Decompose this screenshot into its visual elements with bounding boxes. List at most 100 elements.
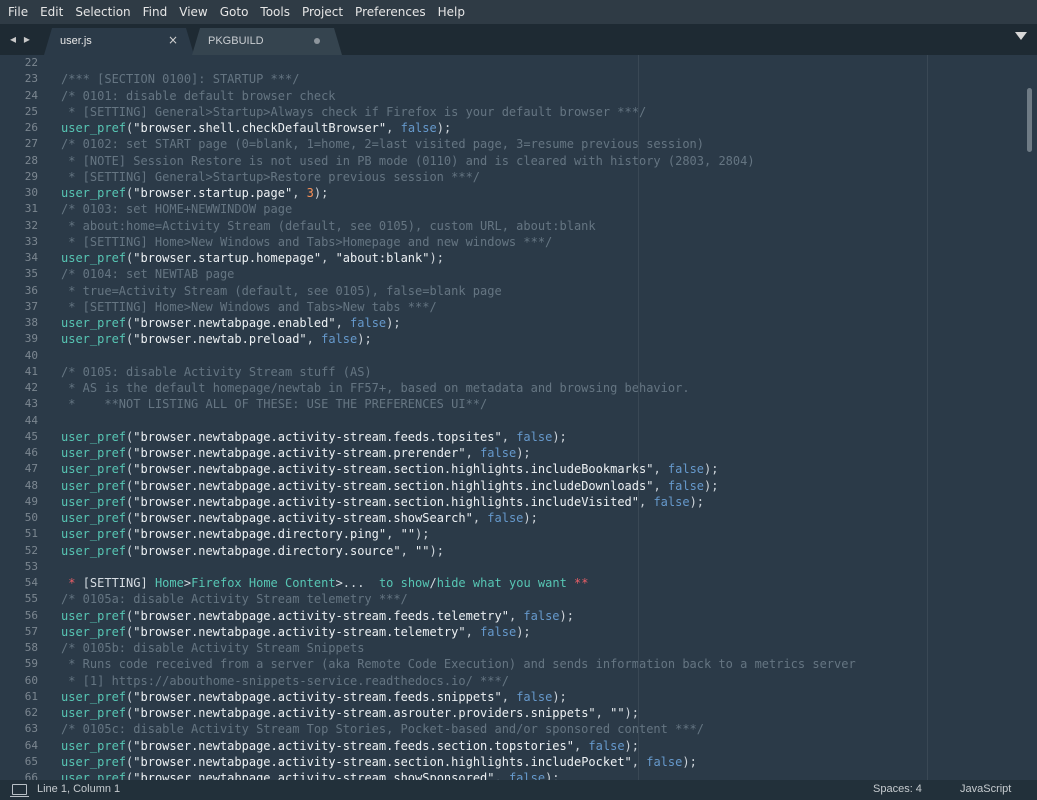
code-line[interactable]: * [SETTING] Home>New Windows and Tabs>Ho…	[61, 234, 856, 250]
code-line[interactable]: user_pref("browser.newtabpage.activity-s…	[61, 738, 856, 754]
code-token: ,	[400, 543, 416, 558]
code-area[interactable]: /*** [SECTION 0100]: STARTUP ***//* 0101…	[61, 55, 856, 780]
code-line[interactable]: user_pref("browser.newtabpage.activity-s…	[61, 445, 856, 461]
code-token: ,	[321, 251, 336, 265]
tab-user-js[interactable]: user.js ×	[44, 28, 194, 55]
code-token: user_pref	[61, 689, 127, 704]
code-line[interactable]: * [SETTING] General>Startup>Always check…	[61, 104, 856, 120]
code-token: Home	[154, 576, 184, 590]
menu-project[interactable]: Project	[295, 0, 348, 24]
menu-preferences[interactable]: Preferences	[348, 0, 431, 24]
menu-tools[interactable]: Tools	[253, 0, 295, 24]
code-line[interactable]: user_pref("browser.newtabpage.activity-s…	[61, 624, 856, 640]
code-line[interactable]: * **NOT LISTING ALL OF THESE: USE THE PR…	[61, 396, 856, 412]
code-line[interactable]: /* 0104: set NEWTAB page	[61, 266, 856, 282]
line-number: 30	[24, 186, 38, 199]
code-token: user_pref	[61, 332, 127, 347]
code-line[interactable]: user_pref("browser.newtabpage.activity-s…	[61, 754, 856, 770]
menu-goto[interactable]: Goto	[213, 0, 254, 24]
code-token: ,	[386, 527, 401, 542]
code-token: >	[183, 576, 192, 590]
line-number: 39	[24, 332, 38, 346]
code-line[interactable]: user_pref("browser.newtab.preload", fals…	[61, 331, 856, 347]
code-line[interactable]: user_pref("browser.newtabpage.enabled", …	[61, 315, 856, 331]
panel-toggle-icon[interactable]	[10, 784, 29, 797]
code-line[interactable]	[61, 348, 856, 364]
code-line[interactable]: user_pref("browser.newtabpage.activity-s…	[61, 478, 856, 494]
code-line[interactable]: /* 0105c: disable Activity Stream Top St…	[61, 721, 856, 737]
tab-pkgbuild[interactable]: PKGBUILD	[192, 28, 342, 55]
status-bar: Line 1, Column 1 Spaces: 4 JavaScript	[0, 780, 1037, 800]
menu-selection[interactable]: Selection	[68, 0, 135, 24]
code-line[interactable]: * true=Activity Stream (default, see 010…	[61, 283, 856, 299]
code-token: ,	[472, 511, 488, 525]
code-token: false	[400, 121, 437, 135]
syntax-selector[interactable]: JavaScript	[960, 783, 1011, 795]
cursor-position[interactable]: Line 1, Column 1	[37, 783, 120, 795]
code-line[interactable]: /*** [SECTION 0100]: STARTUP ***/	[61, 71, 856, 87]
code-line[interactable]: /* 0105: disable Activity Stream stuff (…	[61, 364, 856, 380]
code-line[interactable]: /* 0103: set HOME+NEWWINDOW page	[61, 201, 856, 217]
code-line[interactable]: * [NOTE] Session Restore is not used in …	[61, 153, 856, 169]
code-line[interactable]: user_pref("browser.shell.checkDefaultBro…	[61, 120, 856, 136]
code-line[interactable]	[61, 55, 856, 71]
code-line[interactable]	[61, 413, 856, 429]
line-number: 42	[24, 381, 38, 394]
code-line[interactable]: /* 0105b: disable Activity Stream Snippe…	[61, 640, 856, 656]
code-line[interactable]: * [SETTING] General>Startup>Restore prev…	[61, 169, 856, 185]
code-token: "browser.newtabpage.activity-stream.sect…	[133, 494, 639, 509]
scrollbar-track[interactable]	[1024, 55, 1036, 780]
code-line[interactable]: /* 0101: disable default browser check	[61, 88, 856, 104]
code-token: "browser.newtab.preload"	[133, 332, 307, 347]
line-number: 58	[24, 641, 38, 654]
unsaved-dot-icon	[314, 38, 320, 44]
code-line[interactable]: * [1] https://abouthome-snippets-service…	[61, 673, 856, 689]
code-token: * AS is the default homepage/newtab in F…	[61, 381, 690, 395]
code-token: /* 0101: disable default browser check	[61, 88, 336, 103]
code-line[interactable]: user_pref("browser.newtabpage.directory.…	[61, 526, 856, 542]
code-token: false	[350, 316, 387, 330]
tab-nav-arrows[interactable]: ◂ ▸	[10, 32, 32, 46]
code-line[interactable]: user_pref("browser.newtabpage.activity-s…	[61, 705, 856, 721]
code-line[interactable]: /* 0102: set START page (0=blank, 1=home…	[61, 136, 856, 152]
code-line[interactable]: user_pref("browser.startup.page", 3);	[61, 185, 856, 201]
code-line[interactable]: user_pref("browser.newtabpage.activity-s…	[61, 608, 856, 624]
chevron-down-icon[interactable]	[1015, 32, 1027, 40]
code-line[interactable]: user_pref("browser.newtabpage.activity-s…	[61, 770, 856, 780]
code-token: );	[624, 738, 639, 753]
menu-edit[interactable]: Edit	[33, 0, 68, 24]
code-line[interactable]: /* 0105a: disable Activity Stream teleme…	[61, 591, 856, 607]
code-line[interactable]: * about:home=Activity Stream (default, s…	[61, 218, 856, 234]
code-line[interactable]	[61, 559, 856, 575]
code-line[interactable]: user_pref("browser.newtabpage.activity-s…	[61, 461, 856, 477]
code-token: >...	[335, 576, 379, 590]
close-icon[interactable]: ×	[168, 33, 178, 47]
code-token: );	[415, 527, 430, 542]
menu-find[interactable]: Find	[136, 0, 173, 24]
line-number: 62	[24, 706, 38, 719]
code-line[interactable]: user_pref("browser.newtabpage.activity-s…	[61, 510, 856, 526]
menu-view[interactable]: View	[172, 0, 212, 24]
code-editor[interactable]: 22 23 24 25 26 27 28 29 30 31 32 33 34 35 36 37 38 39 40 41…	[0, 55, 1037, 780]
scrollbar-thumb[interactable]	[1027, 88, 1032, 152]
code-line[interactable]: * [SETTING] Home>New Windows and Tabs>Ne…	[61, 299, 856, 315]
code-token: ,	[306, 332, 322, 347]
line-number: 38	[24, 316, 38, 329]
code-line[interactable]: user_pref("browser.newtabpage.activity-s…	[61, 494, 856, 510]
code-token: /* 0105c: disable Activity Stream Top St…	[61, 722, 704, 737]
line-number: 59	[24, 657, 38, 671]
code-token: "browser.newtabpage.activity-stream.show…	[133, 771, 495, 780]
indentation-setting[interactable]: Spaces: 4	[873, 783, 922, 795]
code-line[interactable]: * Runs code received from a server (aka …	[61, 656, 856, 672]
code-line[interactable]: * AS is the default homepage/newtab in F…	[61, 380, 856, 396]
menu-file[interactable]: File	[0, 0, 33, 24]
line-number: 50	[24, 511, 38, 524]
code-line[interactable]: user_pref("browser.newtabpage.activity-s…	[61, 689, 856, 705]
code-line[interactable]: user_pref("browser.newtabpage.activity-s…	[61, 429, 856, 445]
code-token: );	[552, 429, 567, 444]
code-line[interactable]: user_pref("browser.newtabpage.directory.…	[61, 543, 856, 559]
menu-help[interactable]: Help	[431, 0, 470, 24]
code-line[interactable]: * [SETTING] Home>Firefox Home Content>..…	[61, 575, 856, 591]
code-line[interactable]: user_pref("browser.startup.homepage", "a…	[61, 250, 856, 266]
code-token: * Runs code received from a server (aka …	[61, 657, 856, 672]
